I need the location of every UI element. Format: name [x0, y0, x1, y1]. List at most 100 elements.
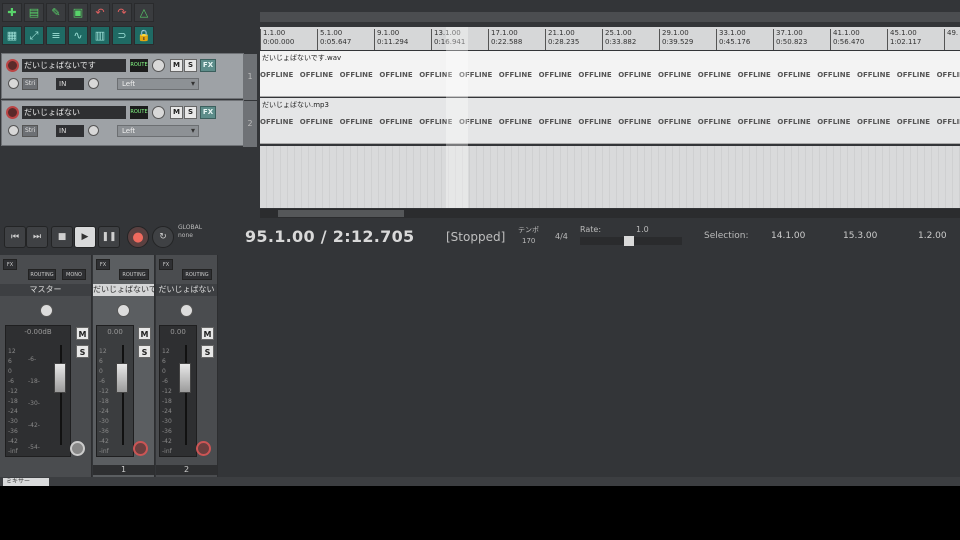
fx-button[interactable]: FX [159, 259, 173, 270]
grid-icon[interactable]: ▦ [2, 26, 22, 45]
lock-icon[interactable]: 🔒 [134, 26, 154, 45]
fx-button[interactable]: FX [200, 59, 216, 72]
horizontal-scrollbar[interactable] [260, 209, 960, 218]
envelope-icon[interactable]: ∿ [68, 26, 88, 45]
stop-button[interactable]: ■ [51, 226, 73, 248]
selection-end[interactable]: 15.3.00 [843, 231, 877, 241]
selection-length[interactable]: 1.2.00 [918, 231, 947, 241]
mono-button[interactable]: MONO [62, 269, 86, 280]
monitor-button[interactable]: Stri [22, 125, 39, 137]
track-lane-2[interactable]: だいじょばない.mp3 OFFLINE OFFLINE OFFLINE OFFLINE… [260, 98, 960, 144]
time-selection[interactable] [446, 27, 468, 208]
track-1[interactable]: だいじょばないです ROUTE M S FX Stri IN Left 1 [1, 53, 257, 100]
routing-button[interactable]: ROUTING [28, 269, 56, 280]
track-control-panel: だいじょばないです ROUTE M S FX Stri IN Left 1 だい… [0, 52, 258, 212]
pan-knob[interactable] [40, 304, 53, 317]
input-select[interactable]: IN [56, 125, 84, 137]
track-name[interactable]: だいじょばないです [22, 59, 126, 72]
track-lane-1[interactable]: だいじょばないです.wav OFFLINE OFFLINE OFFLINE OFFLI… [260, 51, 960, 97]
pan-knob[interactable] [117, 304, 130, 317]
ruler-region-bar[interactable] [260, 12, 960, 22]
master-settings-icon[interactable] [70, 441, 85, 456]
record-arm-button[interactable] [6, 106, 19, 119]
phase-icon[interactable] [8, 125, 19, 136]
ruler-bar-label: 5.1.00 [320, 29, 343, 37]
mute-button[interactable]: M [76, 327, 89, 340]
go-to-end-button[interactable]: ⏭ [26, 226, 48, 248]
ruler-bar-label: 25.1.00 [605, 29, 632, 37]
project-settings-icon[interactable]: ▣ [68, 3, 88, 22]
redo-icon[interactable]: ↷ [112, 3, 132, 22]
offline-label: OFFLINE [618, 71, 652, 79]
tempo-value[interactable]: 170 [522, 237, 535, 245]
rate-label: Rate: [580, 225, 602, 234]
mute-button[interactable]: M [138, 327, 151, 340]
solo-button[interactable]: S [76, 345, 89, 358]
selection-start[interactable]: 14.1.00 [771, 231, 805, 241]
timeline-ruler[interactable]: 1.1.00 0:00.000 5.1.00 0:05.647 9.1.00 0:11.2… [260, 27, 960, 50]
volume-fader[interactable] [54, 363, 66, 393]
save-project-icon[interactable]: ✎ [46, 3, 66, 22]
meter-scale-label: 6 [99, 358, 103, 365]
pan-select[interactable]: Left [117, 78, 199, 90]
mute-button[interactable]: M [170, 59, 183, 72]
arrange-view[interactable]: 1.1.00 0:00.000 5.1.00 0:05.647 9.1.00 0:11.2… [258, 0, 960, 220]
volume-knob[interactable] [152, 106, 165, 119]
mute-button[interactable]: M [201, 327, 214, 340]
global-automation[interactable]: GLOBAL none [178, 224, 202, 240]
new-project-icon[interactable]: ✚ [2, 3, 22, 22]
docker-tab-bar: ミキサー [0, 477, 960, 486]
volume-fader[interactable] [179, 363, 191, 393]
pan-knob[interactable] [88, 125, 99, 136]
input-select[interactable]: IN [56, 78, 84, 90]
route-button[interactable]: ROUTE [130, 106, 148, 119]
record-button[interactable]: ● [127, 226, 149, 248]
meter-scale-label: -inf [8, 448, 18, 455]
track-2[interactable]: だいじょばない ROUTE M S FX Stri IN Left 2 [1, 100, 257, 147]
routing-button[interactable]: ROUTING [119, 269, 149, 280]
meter-scale-label: 12 [162, 348, 170, 355]
volume-knob[interactable] [152, 59, 165, 72]
fx-button[interactable]: FX [96, 259, 110, 270]
route-button[interactable]: ROUTE [130, 59, 148, 72]
record-arm-button[interactable] [6, 59, 19, 72]
pan-select[interactable]: Left [117, 125, 199, 137]
mixer-strip-1: FX ROUTING だいじょばないで 0.00 12 6 0 -6 -12 -18 -24… [93, 255, 155, 477]
go-to-start-button[interactable]: ⏮ [4, 226, 26, 248]
solo-button[interactable]: S [184, 59, 197, 72]
solo-button[interactable]: S [184, 106, 197, 119]
empty-arrange-area[interactable] [260, 146, 960, 208]
play-button[interactable]: ▶ [74, 226, 96, 248]
position-display[interactable]: 95.1.00 / 2:12.705 [245, 227, 414, 246]
monitor-button[interactable]: Stri [22, 78, 39, 90]
loop-icon[interactable]: ⊃ [112, 26, 132, 45]
repeat-icon[interactable]: ↻ [152, 226, 174, 248]
metronome-icon[interactable]: △ [134, 3, 154, 22]
time-signature[interactable]: 4/4 [555, 232, 568, 241]
ripple-icon[interactable]: ≡ [46, 26, 66, 45]
mute-button[interactable]: M [170, 106, 183, 119]
rate-slider[interactable] [580, 236, 682, 246]
scrollbar-thumb[interactable] [278, 210, 404, 217]
pan-knob[interactable] [180, 304, 193, 317]
solo-button[interactable]: S [201, 345, 214, 358]
solo-button[interactable]: S [138, 345, 151, 358]
snap-icon[interactable]: ⤢ [24, 26, 44, 45]
open-project-icon[interactable]: ▤ [24, 3, 44, 22]
track-number: 2 [247, 119, 253, 128]
rate-slider-handle[interactable] [624, 236, 634, 246]
pause-button[interactable]: ❚❚ [98, 226, 120, 248]
fx-button[interactable]: FX [200, 106, 216, 119]
record-arm-button[interactable] [133, 441, 148, 456]
item-grouping-icon[interactable]: ▥ [90, 26, 110, 45]
phase-icon[interactable] [8, 78, 19, 89]
undo-icon[interactable]: ↶ [90, 3, 110, 22]
mixer-tab[interactable]: ミキサー [3, 478, 49, 486]
record-arm-button[interactable] [196, 441, 211, 456]
pan-knob[interactable] [88, 78, 99, 89]
volume-fader[interactable] [116, 363, 128, 393]
routing-button[interactable]: ROUTING [182, 269, 212, 280]
track-name[interactable]: だいじょばない [22, 106, 126, 119]
peak-db: 0.00 [170, 328, 186, 336]
master-fx-button[interactable]: FX [3, 259, 17, 270]
